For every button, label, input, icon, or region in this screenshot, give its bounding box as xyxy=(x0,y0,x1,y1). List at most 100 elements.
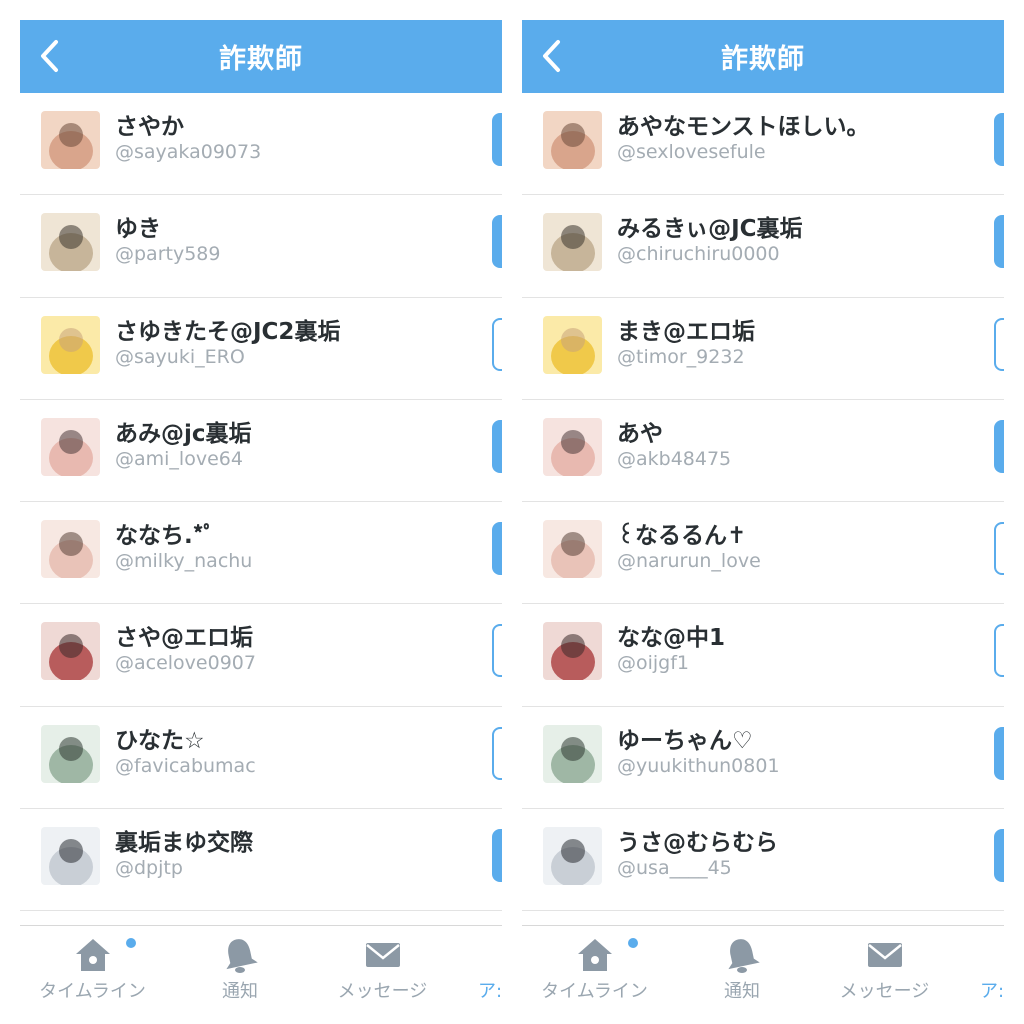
user-display-name: ゆーちゃん♡ xyxy=(617,727,753,754)
avatar[interactable] xyxy=(41,315,100,374)
user-row[interactable]: なな@中1 @oijgf1 xyxy=(522,604,1004,707)
avatar-image xyxy=(41,417,100,476)
follow-button[interactable] xyxy=(994,113,1004,166)
user-row[interactable]: さゆきたそ@JC2裏垢 @sayuki_ERO xyxy=(20,298,502,400)
user-display-name: さゆきたそ@JC2裏垢 xyxy=(115,318,341,345)
page-title: 詐欺師 xyxy=(219,44,303,75)
envelope-icon xyxy=(867,943,902,967)
user-row[interactable]: 裏垢まゆ交際 @dpjtp xyxy=(20,809,502,912)
user-row[interactable]: ゆき @party589 xyxy=(20,195,502,298)
user-handle: @party589 xyxy=(115,243,221,266)
follow-button[interactable] xyxy=(492,829,502,883)
user-handle: @sayuki_ERO xyxy=(115,345,245,368)
avatar-image xyxy=(41,111,100,169)
follow-button[interactable] xyxy=(994,829,1004,883)
page-title: 詐欺師 xyxy=(721,44,805,75)
user-display-name: みるきぃ@JC裏垢 xyxy=(617,216,803,243)
user-row[interactable]: さや@エロ垢 @acelove0907 xyxy=(20,604,502,707)
avatar[interactable] xyxy=(543,111,602,169)
avatar-image xyxy=(543,111,602,169)
tab-messages-label: メッセージ xyxy=(337,981,428,1002)
avatar-image xyxy=(41,520,100,579)
avatar[interactable] xyxy=(41,111,100,169)
avatar[interactable] xyxy=(41,724,100,783)
follow-button[interactable] xyxy=(492,317,502,371)
avatar[interactable] xyxy=(41,827,100,886)
unread-dot xyxy=(628,938,638,948)
avatar[interactable] xyxy=(41,520,100,579)
avatar-image xyxy=(543,213,602,272)
user-list: あやなモンストほしい。 @sexlovesefule みるきぃ@JC裏垢 @chiru… xyxy=(522,93,1004,912)
user-display-name: あみ@jc裏垢 xyxy=(115,420,252,447)
tab-home[interactable]: タイムライン xyxy=(532,926,657,1016)
avatar[interactable] xyxy=(41,417,100,476)
user-row[interactable]: あみ@jc裏垢 @ami_love64 xyxy=(20,400,502,503)
avatar[interactable] xyxy=(543,724,602,783)
user-row[interactable]: うさ@むらむら @usa____45 xyxy=(522,809,1004,912)
unread-dot xyxy=(126,938,136,948)
user-handle: @akb48475 xyxy=(617,447,732,470)
avatar[interactable] xyxy=(41,213,100,272)
user-row[interactable]: あやなモンストほしい。 @sexlovesefule xyxy=(522,93,1004,196)
avatar-image xyxy=(543,315,602,374)
user-row[interactable]: ꒰なるるん✝ @narurun_love xyxy=(522,502,1004,605)
tab-notifications-label: 通知 xyxy=(724,981,760,1002)
follow-button[interactable] xyxy=(492,522,502,576)
user-row[interactable]: さやか @sayaka09073 xyxy=(20,93,502,196)
user-handle: @dpjtp xyxy=(115,857,183,880)
follow-button[interactable] xyxy=(492,215,502,269)
home-icon xyxy=(577,939,612,971)
tab-home[interactable]: タイムライン xyxy=(30,926,155,1016)
tab-more-label: ア: xyxy=(478,981,502,1002)
user-row[interactable]: ななち.*ﾟ @milky_nachu xyxy=(20,502,502,605)
user-display-name: ꒰なるるん✝ xyxy=(617,523,747,550)
user-row[interactable]: ゆーちゃん♡ @yuukithun0801 xyxy=(522,707,1004,810)
avatar-image xyxy=(543,622,602,681)
follow-button[interactable] xyxy=(994,419,1004,473)
tab-messages[interactable]: メッセージ xyxy=(827,926,942,1016)
follow-button[interactable] xyxy=(492,419,502,473)
user-list: さやか @sayaka09073 ゆき @party589 さゆきたそ@JC2裏垢 @sa… xyxy=(20,93,502,912)
tab-more[interactable]: ア: xyxy=(475,926,502,1016)
avatar[interactable] xyxy=(543,622,602,681)
user-row[interactable]: まき@エロ垢 @timor_9232 xyxy=(522,298,1004,400)
user-display-name: あやなモンストほしい。 xyxy=(617,114,870,140)
user-handle: @sayaka09073 xyxy=(115,141,262,163)
follow-button[interactable] xyxy=(492,726,502,780)
avatar[interactable] xyxy=(543,315,602,374)
user-row[interactable]: ひなた☆ @favicabumac xyxy=(20,707,502,810)
follow-button[interactable] xyxy=(492,624,502,678)
follow-button[interactable] xyxy=(994,726,1004,780)
follow-button[interactable] xyxy=(994,624,1004,678)
tab-more[interactable]: ア: xyxy=(977,926,1004,1016)
avatar[interactable] xyxy=(543,827,602,886)
user-handle: @sexlovesefule xyxy=(617,141,766,163)
user-row[interactable]: みるきぃ@JC裏垢 @chiruchiru0000 xyxy=(522,195,1004,298)
user-display-name: まき@エロ垢 xyxy=(617,318,755,345)
nav-header: 詐欺師 xyxy=(20,20,502,93)
follow-button[interactable] xyxy=(994,522,1004,576)
envelope-icon xyxy=(365,943,400,967)
avatar[interactable] xyxy=(543,417,602,476)
user-handle: @acelove0907 xyxy=(115,652,256,675)
user-handle: @timor_9232 xyxy=(617,345,745,368)
nav-header: 詐欺師 xyxy=(522,20,1004,93)
follow-button[interactable] xyxy=(492,113,502,166)
tab-messages[interactable]: メッセージ xyxy=(325,926,440,1016)
tab-notifications[interactable]: 通知 xyxy=(697,926,787,1016)
follow-button[interactable] xyxy=(994,215,1004,269)
back-button[interactable] xyxy=(34,36,68,76)
user-row[interactable]: あや @akb48475 xyxy=(522,400,1004,503)
avatar-image xyxy=(41,213,100,272)
follow-button[interactable] xyxy=(994,317,1004,371)
bell-icon xyxy=(728,939,760,973)
back-button[interactable] xyxy=(536,36,570,76)
tab-notifications[interactable]: 通知 xyxy=(195,926,285,1016)
avatar[interactable] xyxy=(41,622,100,681)
user-handle: @ami_love64 xyxy=(115,447,243,470)
avatar[interactable] xyxy=(543,213,602,272)
home-icon xyxy=(75,939,110,971)
chevron-left-icon xyxy=(41,40,58,72)
avatar[interactable] xyxy=(543,520,602,579)
user-display-name: うさ@むらむら xyxy=(617,830,778,857)
